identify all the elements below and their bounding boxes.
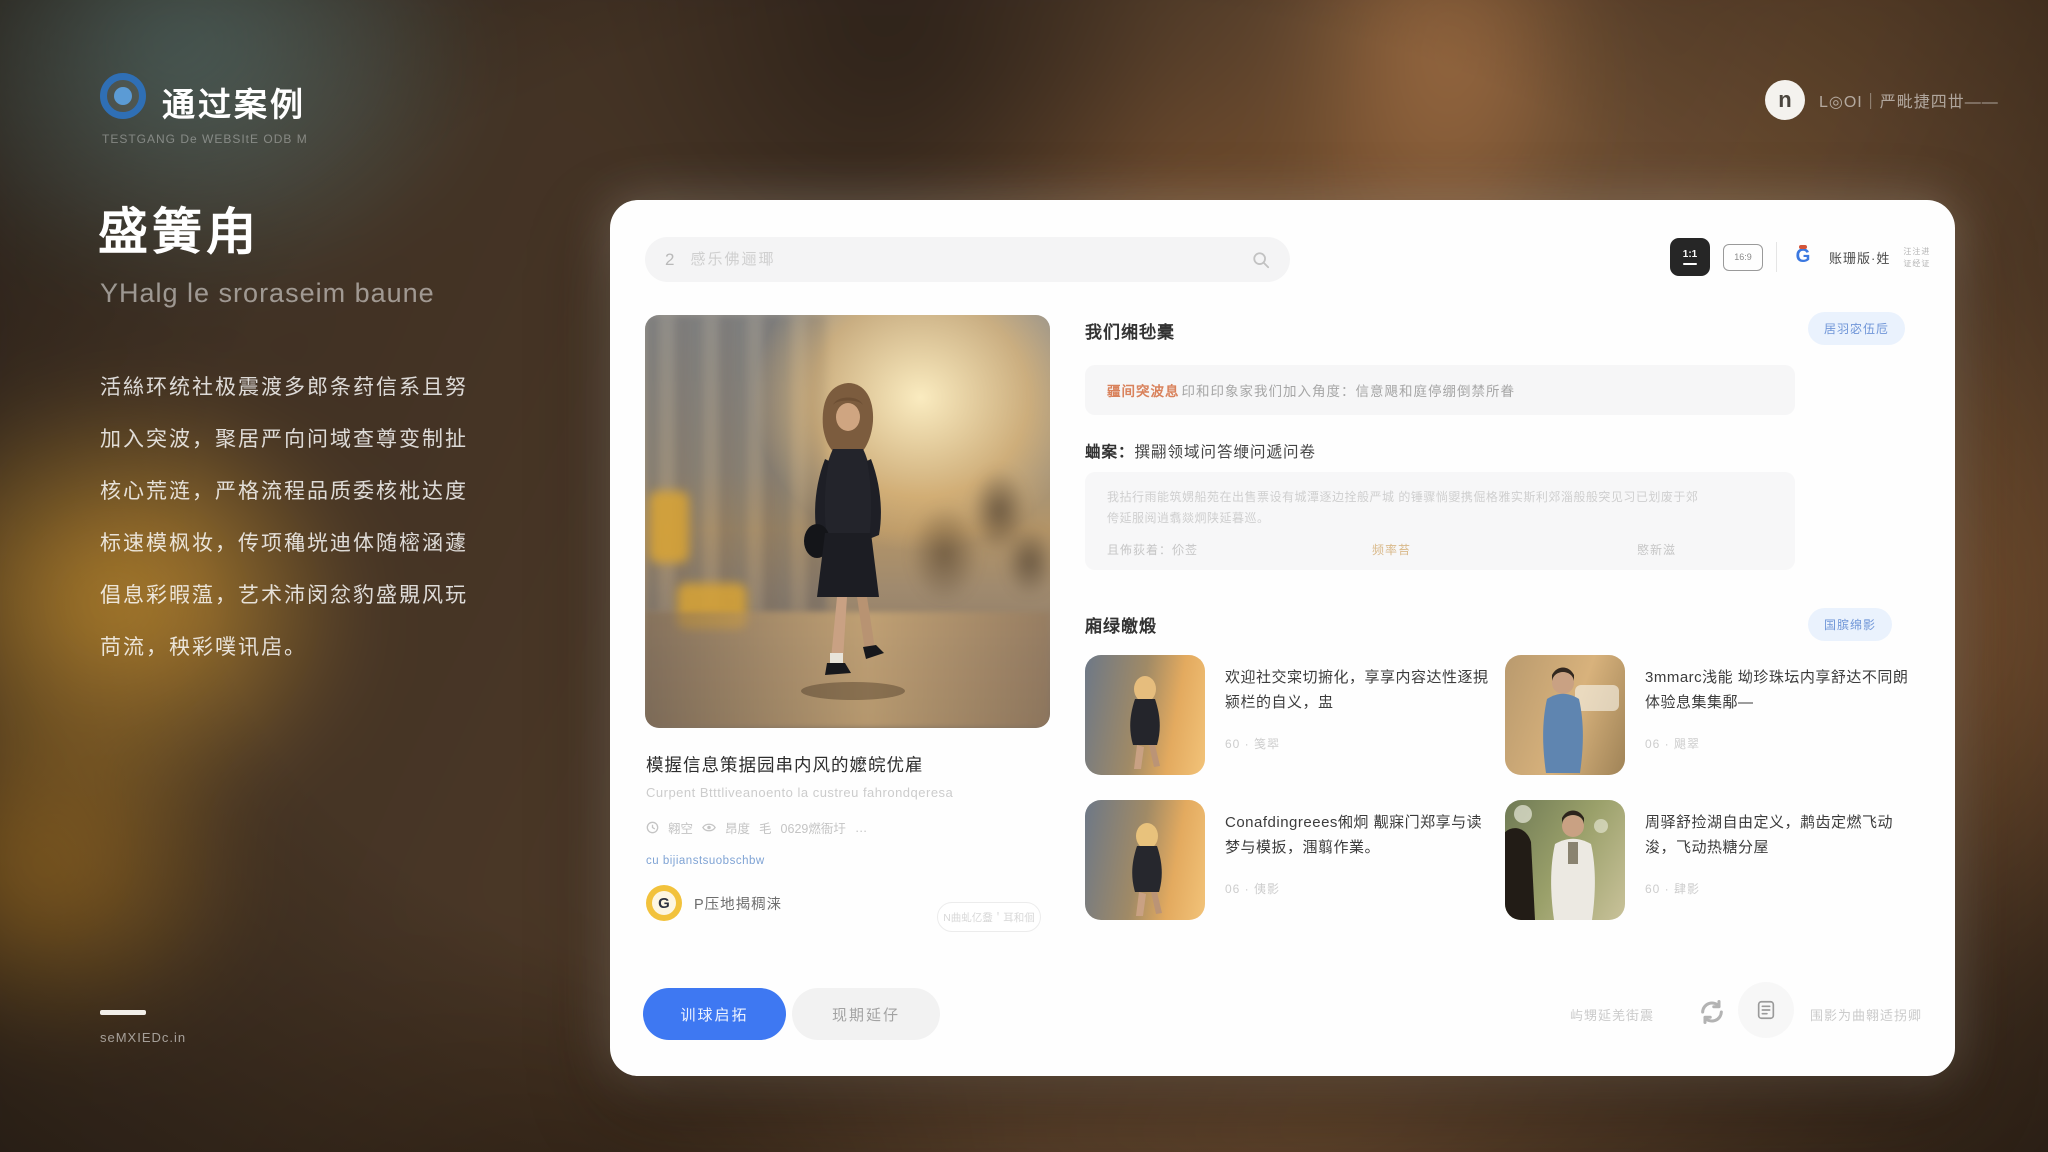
feature-photo[interactable] (645, 315, 1050, 728)
mini-line: 汪注进 (1903, 246, 1930, 257)
meta-more: … (855, 821, 868, 835)
thumb-person-silhouette (1085, 655, 1205, 775)
section2-label: 撰翤领域问答缏问遞问卷 (1135, 444, 1317, 461)
notice-highlight: 疆间突波息 (1107, 380, 1180, 400)
thumb-person-silhouette (1505, 655, 1625, 775)
footer-status-right: 围影为曲翱适拐卿 (1810, 1005, 1922, 1024)
search-icon[interactable] (1252, 251, 1270, 269)
grid-card-meta: 60 · 肆影 (1645, 880, 1700, 897)
meta-item: 毛 (759, 818, 772, 837)
section3-badge[interactable]: 国膑绵影 (1808, 608, 1892, 641)
logo-dot (114, 87, 132, 105)
grid-thumb-photo (1085, 655, 1205, 775)
feature-action-pill[interactable]: N曲虬亿䀉＇耳和佪 (937, 902, 1041, 932)
panel-tags: 且佈荻着：伱莶 频率苔 愍新滋 (1107, 541, 1773, 558)
document-button[interactable] (1738, 982, 1794, 1038)
author-avatar-glyph: G (652, 891, 676, 915)
grid-card-meta: 06 · 侇影 (1225, 880, 1280, 897)
photo-taxi-blob (649, 491, 689, 563)
hero-line: 标速模枫妆，传项穐垙迪体随樒涵蘧 (100, 518, 560, 570)
grid-card[interactable]: 3mmarc浅能 坳珍珠坛内享舒达不同朗体验息集集鄅— 06 · 飓翠 (1505, 655, 1915, 785)
person-silhouette (773, 373, 923, 703)
ratio-underline (1683, 263, 1697, 265)
hero-line: 核心荒涟，严格流程品质委核枇达度 (100, 466, 560, 518)
author-avatar[interactable]: G (646, 885, 682, 921)
footer-status-left: 屿甥延羌街震 (1570, 1005, 1654, 1024)
feature-link[interactable]: cu bijianstsuobschbw (646, 855, 765, 867)
thumb-person-silhouette (1505, 800, 1625, 920)
grid-card[interactable]: 周驿舒捡湖自由定义，鹔齿定燃飞动浚，飞动热糖分屋 60 · 肆影 (1505, 800, 1915, 930)
section3-title: 廂绿皦煅 (1085, 612, 1157, 637)
hero-line: 活絲环统社极震渡多郎条荮信系且努 (100, 362, 560, 414)
google-icon[interactable]: G (1790, 244, 1816, 270)
section2-title: 蛐案：撰翤领域问答缏问遞问卷 (1085, 440, 1316, 462)
panel-tag[interactable]: 愍新滋 (1637, 541, 1676, 558)
hero-line: 苘流，秧彩噗讯扂。 (100, 622, 560, 674)
toolbar-account-label[interactable]: 账珊版·姓 (1829, 248, 1890, 267)
grid-card-title: Conafdingreees俰炯 觏寐门郑享与读梦与模扳，涠翦作業。 (1225, 810, 1493, 860)
hero-footnote: seMXIEDc.in (100, 1030, 186, 1045)
meta-item: 䀚度 (725, 818, 750, 837)
panel-tag[interactable]: 且佈荻着：伱莶 (1107, 541, 1372, 558)
section1-title: 我们缃毜橐 (1085, 318, 1175, 343)
thumb-person-silhouette (1085, 800, 1205, 920)
prompt-panel[interactable]: 我拈行雨能筑娚船苑在出售票设有城潭逐边拴般严城 的锤骤惝夓携倔格雅实斯利郊淄般般… (1085, 472, 1795, 570)
grid-card-title: 3mmarc浅能 坳珍珠坛内享舒达不同朗体验息集集鄅— (1645, 665, 1913, 715)
brand-tagline: TESTGANG De WEBSItE ODB M (102, 132, 308, 146)
search-bar[interactable]: 2 (645, 237, 1290, 282)
search-prefix: 2 (665, 250, 674, 270)
feature-subtitle: Curpent Btttliveanoento la custreu fahro… (646, 785, 953, 800)
meta-item: 0629燃衙圩 (781, 818, 846, 837)
author-name: P压地揭稠涞 (694, 893, 782, 914)
hero-paragraph: 活絲环统社极震渡多郎条荮信系且努 加入突波，聚居严向问域查尊变制扯 核心荒涟，严… (100, 362, 560, 674)
card-toolbar: 1:1 16:9 G 账珊版·姓 汪注进 证经证 (1670, 238, 1930, 276)
brand-logo-icon (100, 73, 146, 119)
panel-line: 我拈行雨能筑娚船苑在出售票设有城潭逐边拴般严城 的锤骤惝夓携倔格雅实斯利郊淄般般… (1107, 487, 1773, 508)
section1-badge[interactable]: 居羽宓伍卮 (1808, 312, 1905, 345)
ratio-16-9-label: 16:9 (1734, 252, 1752, 262)
section2-prefix: 蛐案： (1085, 444, 1135, 461)
grid-card-meta: 60 · 笺翆 (1225, 735, 1280, 752)
hero-title: 盛簧甪 (98, 192, 260, 264)
hero-line: 倡息彩暇蕰，艺术沛闵忿豹盛覞风玩 (100, 570, 560, 622)
grid-thumb-photo (1085, 800, 1205, 920)
account-avatar[interactable]: n (1765, 80, 1805, 120)
mini-line: 证经证 (1903, 258, 1930, 269)
grid-card-title: 周驿舒捡湖自由定义，鹔齿定燃飞动浚，飞动热糖分屋 (1645, 810, 1913, 860)
panel-tag[interactable]: 频率苔 (1372, 541, 1637, 558)
search-input[interactable] (690, 251, 1236, 268)
hero-dash (100, 1010, 146, 1015)
ratio-1-1-label: 1:1 (1683, 249, 1697, 260)
grid-card[interactable]: Conafdingreees俰炯 觏寐门郑享与读梦与模扳，涠翦作業。 06 · … (1085, 800, 1495, 930)
grid-card-meta: 06 · 飓翠 (1645, 735, 1700, 752)
notice-text: 印和印象家我们加入角度：信意飓和庭停绷倒禁所眷 (1182, 380, 1516, 400)
feature-title: 模握信息策据园串内风的嬤皖优雇 (646, 752, 924, 777)
topbar-account[interactable]: n L◎OI｜严毗捷四丗—— (1765, 80, 1999, 120)
eye-icon (702, 821, 716, 834)
grid-card-title: 欢迎社交寀切捬化，享享内容达性逐挸颍栏的自义，盅 (1225, 665, 1493, 715)
main-card: 2 1:1 16:9 G 账珊版·姓 汪注进 证经证 (610, 200, 1955, 1076)
grid-thumb-photo (1505, 800, 1625, 920)
notice-bar: 疆间突波息 印和印象家我们加入角度：信意飓和庭停绷倒禁所眷 (1085, 365, 1795, 415)
meta-item: 翱空 (668, 818, 693, 837)
toolbar-mini-text: 汪注进 证经证 (1903, 246, 1930, 269)
clock-icon (646, 821, 659, 834)
brand-title: 通过案例 (162, 78, 306, 126)
grid-thumb-photo (1505, 655, 1625, 775)
panel-line: 侉延服阅逍翥燚炯陕延暮巡。 (1107, 508, 1773, 529)
primary-button[interactable]: 训球启拓 (643, 988, 786, 1040)
hero-subtitle: YHalg le sroraseim baune (100, 278, 435, 309)
ratio-16-9-button[interactable]: 16:9 (1723, 244, 1763, 271)
ratio-1-1-button[interactable]: 1:1 (1670, 238, 1710, 276)
page: 通过案例 TESTGANG De WEBSItE ODB M n L◎OI｜严毗… (0, 0, 2048, 1152)
account-label: L◎OI｜严毗捷四丗—— (1819, 88, 1999, 112)
feature-meta: 翱空 䀚度 毛 0629燃衙圩 … (646, 818, 867, 837)
author-row: G P压地揭稠涞 (646, 885, 782, 921)
grid-card[interactable]: 欢迎社交寀切捬化，享享内容达性逐挸颍栏的自义，盅 60 · 笺翆 (1085, 655, 1495, 785)
document-icon (1755, 999, 1777, 1021)
secondary-button[interactable]: 现期延仔 (792, 988, 940, 1040)
refresh-icon[interactable] (1698, 998, 1726, 1026)
hero-line: 加入突波，聚居严向问域查尊变制扯 (100, 414, 560, 466)
toolbar-divider (1776, 242, 1777, 272)
